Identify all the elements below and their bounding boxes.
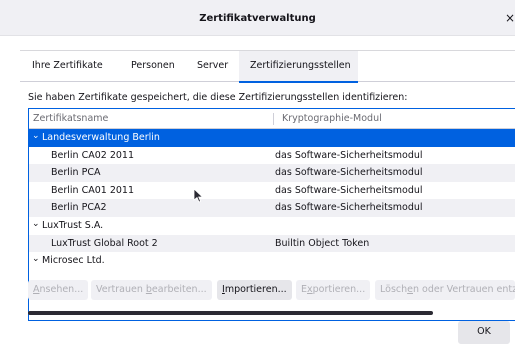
group-name: LuxTrust S.A. <box>42 219 104 231</box>
export-button[interactable]: Exportieren... <box>296 280 371 300</box>
tree-cert-row[interactable]: LuxTrust Global Root 2 Builtin Object To… <box>29 234 515 253</box>
column-divider[interactable] <box>273 113 274 125</box>
chevron-down-icon[interactable]: ⌄ <box>32 131 40 141</box>
tab-authorities[interactable]: Zertifizierungsstellen <box>239 51 358 83</box>
group-name: Landesverwaltung Berlin <box>42 132 160 143</box>
cert-module: das Software-Sicherheitsmodul <box>275 184 423 196</box>
column-header-name[interactable]: Zertifikatsname <box>33 113 108 124</box>
tab-your-certificates[interactable]: Ihre Zertifikate <box>32 60 103 82</box>
ok-button[interactable]: OK <box>458 321 510 344</box>
action-buttons: Ansehen... Vertrauen bearbeiten... Impor… <box>28 280 515 304</box>
cert-module: das Software-Sicherheitsmodul <box>275 167 423 179</box>
certificate-manager-dialog: Ihre Zertifikate Personen Server Zertifi… <box>20 50 515 351</box>
tab-bar: Ihre Zertifikate Personen Server Zertifi… <box>20 50 515 83</box>
cert-name: Berlin CA02 2011 <box>51 149 135 161</box>
window-title: Zertifikatverwaltung <box>199 13 316 24</box>
tree-header: Zertifikatsname Kryptographie-Modul <box>29 109 515 129</box>
close-icon[interactable]: × <box>505 11 515 25</box>
cert-module: das Software-Sicherheitsmodul <box>275 149 423 161</box>
delete-or-distrust-button[interactable]: Löschen oder Vertrauen entziehen... <box>375 280 515 300</box>
description-text: Sie haben Zertifikate gespeichert, die d… <box>28 92 408 103</box>
cert-module: das Software-Sicherheitsmodul <box>275 202 423 214</box>
view-button[interactable]: Ansehen... <box>28 280 89 300</box>
cert-name: Berlin CA01 2011 <box>51 184 135 196</box>
import-button[interactable]: Importieren... <box>217 280 292 300</box>
title-bar: Zertifikatverwaltung × <box>0 0 515 36</box>
tree-group-row[interactable]: ⌄ LuxTrust S.A. <box>29 217 515 235</box>
tree-group-row[interactable]: ⌄ Landesverwaltung Berlin <box>29 129 515 147</box>
tab-servers[interactable]: Server <box>197 60 228 82</box>
tree-cert-row[interactable]: Berlin PCA2 das Software-Sicherheitsmodu… <box>29 199 515 217</box>
cert-name: Berlin PCA <box>51 167 101 179</box>
tree-cert-row[interactable]: Berlin PCA das Software-Sicherheitsmodul <box>29 164 515 182</box>
tree-cert-row[interactable]: Berlin CA02 2011 das Software-Sicherheit… <box>29 147 515 165</box>
tree-cert-row[interactable]: Berlin CA01 2011 das Software-Sicherheit… <box>29 182 515 200</box>
cert-name: LuxTrust Global Root 2 <box>51 237 158 249</box>
edit-trust-button[interactable]: Vertrauen bearbeiten... <box>91 280 212 300</box>
tree-group-row[interactable]: ⌄ Microsec Ltd. <box>29 252 515 270</box>
cert-module: Builtin Object Token <box>275 237 370 249</box>
cert-name: Berlin PCA2 <box>51 202 107 214</box>
group-name: Microsec Ltd. <box>42 255 105 267</box>
mouse-pointer-icon <box>193 188 204 203</box>
chevron-down-icon[interactable]: ⌄ <box>32 254 40 264</box>
tab-people[interactable]: Personen <box>131 60 175 82</box>
column-header-module[interactable]: Kryptographie-Modul <box>282 113 382 124</box>
chevron-down-icon[interactable]: ⌄ <box>32 219 40 229</box>
horizontal-scrollbar[interactable] <box>28 311 433 315</box>
